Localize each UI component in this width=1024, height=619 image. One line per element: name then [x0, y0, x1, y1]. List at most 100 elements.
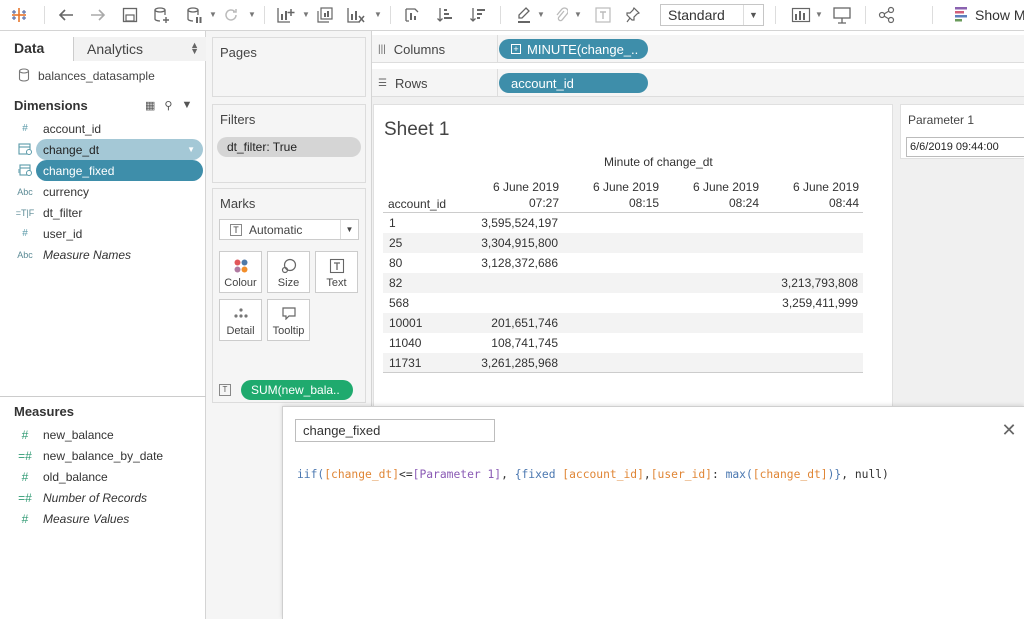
chevron-down-icon[interactable]: ▼ [302, 10, 310, 19]
parameter-input[interactable]: 6/6/2019 09:44:00 [906, 137, 1024, 157]
chevron-down-icon[interactable]: ▼ [187, 145, 195, 154]
chart-view-icon[interactable] [790, 4, 812, 26]
chevron-down-icon[interactable]: ▼ [815, 10, 823, 19]
table-cell-value[interactable]: 3,261,285,968 [481, 356, 558, 370]
field-number-of-records[interactable]: =# Number of Records [14, 487, 204, 508]
colour-button[interactable]: Colour [219, 251, 262, 293]
redo-icon[interactable] [87, 4, 109, 26]
row-header-account-id[interactable]: 82 [389, 276, 402, 290]
chevron-down-icon[interactable]: ▼ [574, 10, 582, 19]
mark-fit-dropdown[interactable]: Standard ▼ [660, 4, 764, 26]
field-currency[interactable]: Abc currency [14, 181, 204, 202]
row-header-account-id[interactable]: 80 [389, 256, 402, 270]
field-new-balance[interactable]: # new_balance [14, 424, 204, 445]
share-icon[interactable] [876, 4, 898, 26]
rows-pill-account-id[interactable]: account_id [499, 73, 648, 93]
field-measure-values[interactable]: # Measure Values [14, 508, 204, 529]
table-cell-value[interactable]: 3,595,524,197 [481, 216, 558, 230]
sheet-title[interactable]: Sheet 1 [384, 119, 450, 141]
chevron-down-icon[interactable]: ▼ [181, 99, 192, 111]
table-row[interactable]: 568 3,259,411,999 [383, 293, 863, 313]
table-cell-value[interactable]: 201,651,746 [491, 316, 558, 330]
formula-token: , [643, 468, 651, 481]
show-me-button[interactable]: Show Me [955, 5, 1024, 25]
table-row[interactable]: 80 3,128,372,686 [383, 253, 863, 273]
datasource-item[interactable]: balances_datasample [18, 67, 155, 85]
table-row[interactable]: 11731 3,261,285,968 [383, 353, 863, 373]
text-button[interactable]: Text [315, 251, 358, 293]
tab-data[interactable]: Data [0, 37, 73, 61]
swap-axes-icon[interactable] [401, 4, 423, 26]
table-row[interactable]: 10001 201,651,746 [383, 313, 863, 333]
detail-button[interactable]: Detail [219, 299, 262, 341]
field-change-dt[interactable]: change_dt ▼ [14, 139, 203, 160]
chevron-down-icon[interactable]: ▼ [374, 10, 382, 19]
field-dt-filter[interactable]: =T|F dt_filter [14, 202, 204, 223]
new-datasource-icon[interactable] [150, 4, 172, 26]
duplicate-sheet-icon[interactable] [314, 4, 336, 26]
sort-descending-icon[interactable] [467, 4, 489, 26]
field-account-id[interactable]: # account_id [14, 118, 204, 139]
table-cell-value[interactable]: 3,213,793,808 [781, 276, 858, 290]
row-header-account-id[interactable]: 568 [389, 296, 409, 310]
table-row[interactable]: 1 3,595,524,197 [383, 213, 863, 233]
columns-pill-minute-change-dt[interactable]: + MINUTE(change_.. [499, 39, 648, 59]
paperclip-icon[interactable] [550, 4, 572, 26]
rows-shelf[interactable]: ☰ Rows account_id [372, 69, 1024, 97]
new-worksheet-icon[interactable] [275, 4, 297, 26]
chevron-down-icon[interactable]: ▼ [209, 10, 217, 19]
tooltip-button[interactable]: Tooltip [267, 299, 310, 341]
column-header-title[interactable]: Minute of change_dt [604, 155, 713, 169]
table-row[interactable]: 25 3,304,915,800 [383, 233, 863, 253]
row-header-account-id[interactable]: 1 [389, 216, 396, 230]
close-icon[interactable]: ✕ [1000, 421, 1018, 439]
field-change-fixed[interactable]: change_fixed [14, 160, 204, 181]
column-header[interactable]: 6 June 2019 08:24 [659, 179, 759, 211]
table-row[interactable]: 82 3,213,793,808 [383, 273, 863, 293]
undo-icon[interactable] [55, 4, 77, 26]
save-icon[interactable] [119, 4, 141, 26]
refresh-icon[interactable] [220, 4, 242, 26]
chevron-down-icon[interactable]: ▼ [248, 10, 256, 19]
table-cell-value[interactable]: 3,259,411,999 [782, 296, 858, 310]
chevron-down-icon[interactable]: ▼ [537, 10, 545, 19]
row-header-account-id[interactable]: 10001 [389, 316, 422, 330]
column-header[interactable]: 6 June 2019 08:44 [759, 179, 859, 211]
pause-updates-icon[interactable] [183, 4, 205, 26]
pages-shelf[interactable]: Pages [212, 37, 366, 97]
calculation-name-input[interactable]: change_fixed [295, 419, 495, 442]
pin-icon[interactable] [622, 4, 644, 26]
clear-sheet-icon[interactable] [345, 4, 367, 26]
search-icon[interactable]: ⚲ [164, 99, 172, 112]
columns-shelf[interactable]: ||| Columns + MINUTE(change_.. [372, 35, 1024, 63]
filters-shelf[interactable]: Filters dt_filter: True [212, 104, 366, 183]
tooltip-icon [268, 306, 309, 323]
row-header-title[interactable]: account_id [388, 197, 446, 211]
table-cell-value[interactable]: 3,304,915,800 [481, 236, 558, 250]
labels-icon[interactable] [592, 4, 614, 26]
column-header[interactable]: 6 June 2019 07:27 [459, 179, 559, 211]
field-measure-names[interactable]: Abc Measure Names [14, 244, 204, 265]
sort-ascending-icon[interactable] [434, 4, 456, 26]
filter-pill-dt-filter[interactable]: dt_filter: True [217, 137, 361, 157]
row-header-account-id[interactable]: 11040 [389, 336, 421, 350]
column-header[interactable]: 6 June 2019 08:15 [559, 179, 659, 211]
field-old-balance[interactable]: # old_balance [14, 466, 204, 487]
sum-new-balance-pill[interactable]: SUM(new_bala.. [241, 379, 353, 400]
table-row[interactable]: 11040 108,741,745 [383, 333, 863, 353]
view-list-icon[interactable]: ▦ [145, 99, 155, 112]
calculation-formula[interactable]: iif([change_dt]<=[Parameter 1], {fixed [… [297, 468, 889, 481]
field-new-balance-by-date[interactable]: =# new_balance_by_date [14, 445, 204, 466]
presentation-icon[interactable] [831, 4, 853, 26]
field-user-id[interactable]: # user_id [14, 223, 204, 244]
table-cell-value[interactable]: 3,128,372,686 [481, 256, 558, 270]
mark-type-dropdown[interactable]: T Automatic ▼ [219, 219, 359, 240]
row-header-account-id[interactable]: 25 [389, 236, 402, 250]
row-header-account-id[interactable]: 11731 [389, 356, 421, 370]
size-button[interactable]: Size [267, 251, 310, 293]
tab-analytics[interactable]: Analytics ▲ ▼ [73, 37, 206, 61]
highlight-icon[interactable] [513, 4, 535, 26]
table-cell-value[interactable]: 108,741,745 [491, 336, 558, 350]
sort-arrows-icon: ▲ ▼ [190, 40, 199, 56]
tableau-logo-icon[interactable] [8, 4, 30, 26]
